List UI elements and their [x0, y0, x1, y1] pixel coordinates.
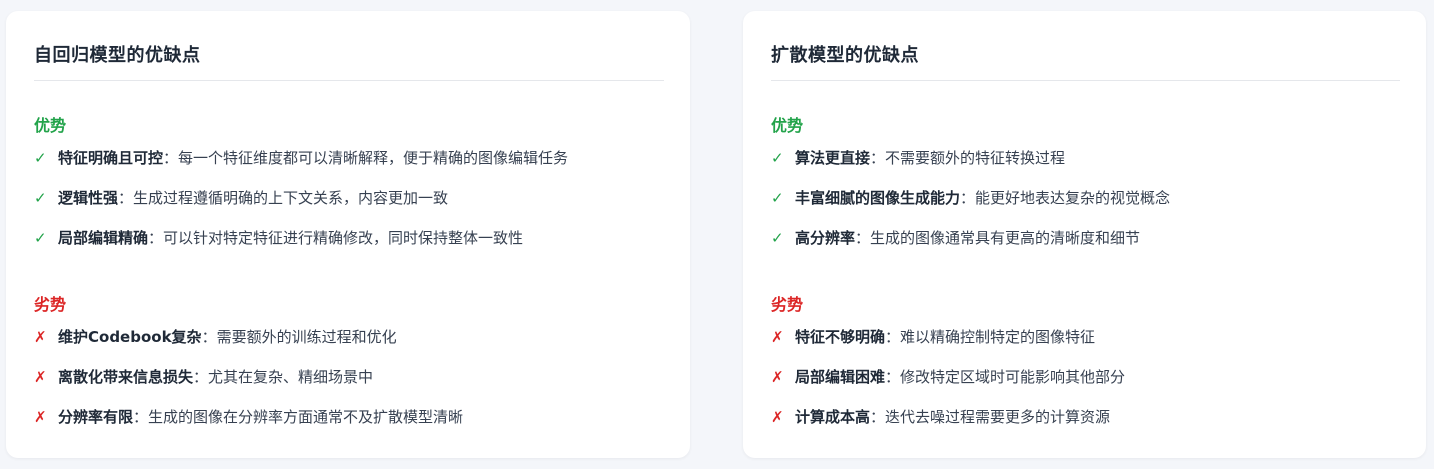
list-item: ✗ 离散化带来信息损失 ： 尤其在复杂、精细场景中 [34, 365, 670, 405]
item-separator: ： [163, 149, 179, 167]
x-mark-icon: ✗ [771, 408, 784, 426]
item-separator: ： [885, 328, 901, 346]
x-mark-icon: ✗ [771, 368, 784, 386]
checkmark-icon: ✓ [771, 149, 784, 167]
x-mark-icon: ✗ [34, 408, 47, 426]
item-description: 尤其在复杂、精细场景中 [208, 368, 374, 386]
advantages-list: ✓ 算法更直接 ： 不需要额外的特征转换过程 ✓ 丰富细腻的图像生成能力 ： 能… [771, 146, 1406, 266]
item-description: 迭代去噪过程需要更多的计算资源 [885, 408, 1111, 426]
item-title: 离散化带来信息损失 [58, 368, 194, 386]
advantages-heading: 优势 [771, 116, 804, 135]
item-title: 特征不够明确 [795, 328, 886, 346]
list-item: ✓ 高分辨率 ： 生成的图像通常具有更高的清晰度和细节 [771, 226, 1406, 266]
disadvantages-heading: 劣势 [771, 295, 804, 314]
comparison-page: 自回归模型的优缺点 优势 ✓ 特征明确且可控 ： 每一个特征维度都可以清晰解释，… [0, 0, 1434, 469]
list-item: ✓ 局部编辑精确 ： 可以针对特定特征进行精确修改，同时保持整体一致性 [34, 226, 670, 266]
item-description: 生成的图像通常具有更高的清晰度和细节 [870, 229, 1141, 247]
item-title: 特征明确且可控 [58, 149, 164, 167]
item-title: 计算成本高 [795, 408, 871, 426]
list-item: ✗ 分辨率有限 ： 生成的图像在分辨率方面通常不及扩散模型清晰 [34, 405, 670, 445]
diffusion-card: 扩散模型的优缺点 优势 ✓ 算法更直接 ： 不需要额外的特征转换过程 ✓ 丰富细… [743, 11, 1426, 458]
autoregressive-card: 自回归模型的优缺点 优势 ✓ 特征明确且可控 ： 每一个特征维度都可以清晰解释，… [6, 11, 690, 458]
card-title: 自回归模型的优缺点 [34, 45, 201, 66]
item-description: 可以针对特定特征进行精确修改，同时保持整体一致性 [163, 229, 524, 247]
disadvantages-section: 劣势 ✗ 特征不够明确 ： 难以精确控制特定的图像特征 ✗ 局部编辑困难 ： 修… [771, 293, 1406, 445]
item-description: 生成过程遵循明确的上下文关系，内容更加一致 [133, 189, 449, 207]
checkmark-icon: ✓ [771, 189, 784, 207]
item-title: 丰富细腻的图像生成能力 [795, 189, 961, 207]
list-item: ✓ 算法更直接 ： 不需要额外的特征转换过程 [771, 146, 1406, 186]
item-description: 不需要额外的特征转换过程 [885, 149, 1066, 167]
x-mark-icon: ✗ [771, 328, 784, 346]
item-separator: ： [870, 408, 886, 426]
list-item: ✗ 局部编辑困难 ： 修改特定区域时可能影响其他部分 [771, 365, 1406, 405]
checkmark-icon: ✓ [34, 229, 47, 247]
item-description: 能更好地表达复杂的视觉概念 [975, 189, 1171, 207]
advantages-list: ✓ 特征明确且可控 ： 每一个特征维度都可以清晰解释，便于精确的图像编辑任务 ✓… [34, 146, 670, 266]
list-item: ✓ 逻辑性强 ： 生成过程遵循明确的上下文关系，内容更加一致 [34, 186, 670, 226]
title-divider [34, 80, 664, 81]
item-separator: ： [885, 368, 901, 386]
checkmark-icon: ✓ [34, 149, 47, 167]
item-title: 高分辨率 [795, 229, 856, 247]
disadvantages-section: 劣势 ✗ 维护Codebook复杂 ： 需要额外的训练过程和优化 ✗ 离散化带来… [34, 293, 670, 445]
item-separator: ： [148, 229, 164, 247]
item-separator: ： [133, 408, 149, 426]
list-item: ✗ 计算成本高 ： 迭代去噪过程需要更多的计算资源 [771, 405, 1406, 445]
item-title: 维护Codebook复杂 [58, 328, 202, 346]
item-description: 难以精确控制特定的图像特征 [900, 328, 1096, 346]
item-title: 分辨率有限 [58, 408, 134, 426]
item-title: 逻辑性强 [58, 189, 119, 207]
title-divider [771, 80, 1400, 81]
item-description: 生成的图像在分辨率方面通常不及扩散模型清晰 [148, 408, 464, 426]
item-title: 局部编辑困难 [795, 368, 886, 386]
list-item: ✓ 特征明确且可控 ： 每一个特征维度都可以清晰解释，便于精确的图像编辑任务 [34, 146, 670, 186]
item-title: 算法更直接 [795, 149, 871, 167]
item-separator: ： [118, 189, 134, 207]
x-mark-icon: ✗ [34, 328, 47, 346]
disadvantages-list: ✗ 维护Codebook复杂 ： 需要额外的训练过程和优化 ✗ 离散化带来信息损… [34, 325, 670, 445]
advantages-section: 优势 ✓ 特征明确且可控 ： 每一个特征维度都可以清晰解释，便于精确的图像编辑任… [34, 114, 670, 266]
list-item: ✗ 特征不够明确 ： 难以精确控制特定的图像特征 [771, 325, 1406, 365]
item-separator: ： [201, 328, 217, 346]
checkmark-icon: ✓ [34, 189, 47, 207]
item-separator: ： [855, 229, 871, 247]
item-separator: ： [193, 368, 209, 386]
advantages-heading: 优势 [34, 116, 67, 135]
item-separator: ： [870, 149, 886, 167]
item-description: 需要额外的训练过程和优化 [216, 328, 397, 346]
card-title: 扩散模型的优缺点 [771, 45, 919, 66]
advantages-section: 优势 ✓ 算法更直接 ： 不需要额外的特征转换过程 ✓ 丰富细腻的图像生成能力 … [771, 114, 1406, 266]
x-mark-icon: ✗ [34, 368, 47, 386]
checkmark-icon: ✓ [771, 229, 784, 247]
list-item: ✓ 丰富细腻的图像生成能力 ： 能更好地表达复杂的视觉概念 [771, 186, 1406, 226]
list-item: ✗ 维护Codebook复杂 ： 需要额外的训练过程和优化 [34, 325, 670, 365]
disadvantages-list: ✗ 特征不够明确 ： 难以精确控制特定的图像特征 ✗ 局部编辑困难 ： 修改特定… [771, 325, 1406, 445]
item-description: 修改特定区域时可能影响其他部分 [900, 368, 1126, 386]
disadvantages-heading: 劣势 [34, 295, 67, 314]
item-separator: ： [960, 189, 976, 207]
item-description: 每一个特征维度都可以清晰解释，便于精确的图像编辑任务 [178, 149, 569, 167]
item-title: 局部编辑精确 [58, 229, 149, 247]
